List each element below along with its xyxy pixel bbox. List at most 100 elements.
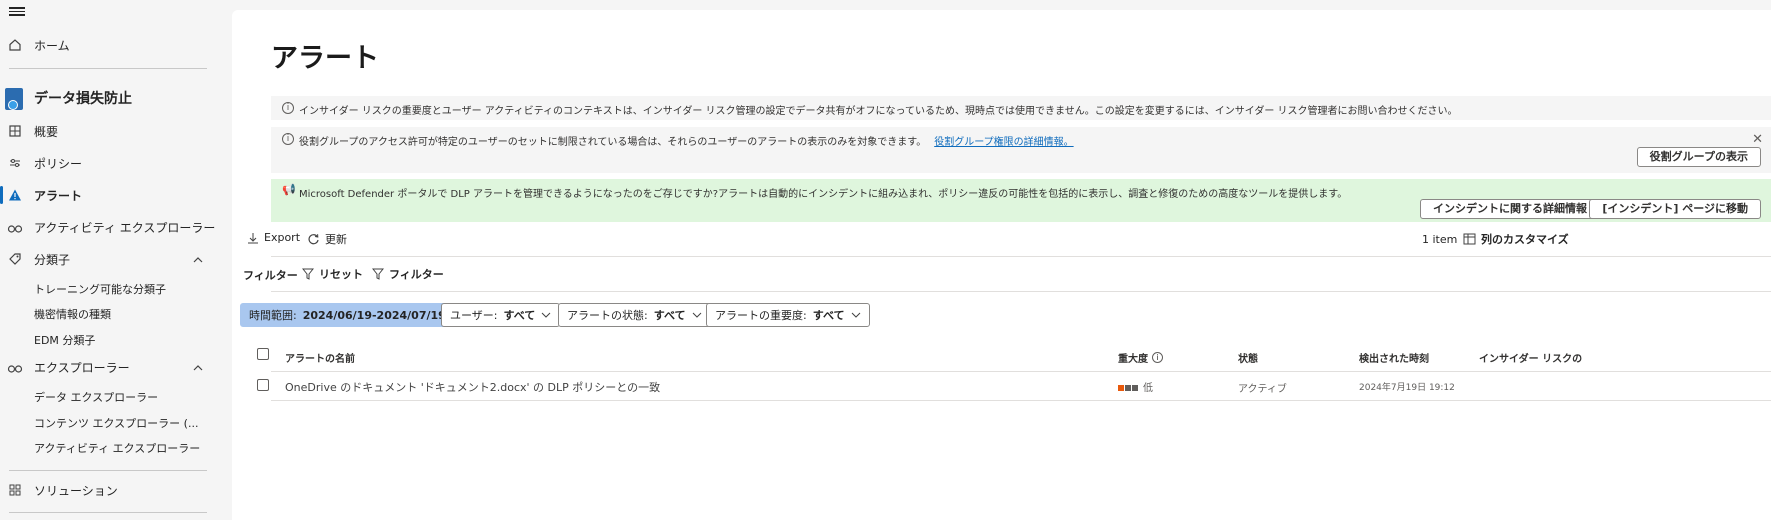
download-icon <box>248 232 258 243</box>
nav-label-explorers: エクスプローラー <box>34 360 130 375</box>
policy-sliders-icon <box>7 155 23 171</box>
info-icon: i <box>282 133 294 145</box>
column-header-insider-risk[interactable]: インサイダー リスクの <box>1479 350 1582 365</box>
binoculars-icon <box>7 219 23 235</box>
severity-label: 低 <box>1143 383 1153 394</box>
chevron-up-icon[interactable] <box>193 253 203 267</box>
nav-sub-sensitive-info-types[interactable]: 機密情報の種類 <box>34 306 111 322</box>
severity-header-label: 重大度 <box>1118 354 1148 365</box>
nav-section-title: データ損失防止 <box>34 91 132 107</box>
chevron-down-icon <box>692 312 701 318</box>
filter-key: ユーザー: <box>450 309 498 322</box>
nav-label-home: ホーム <box>34 38 70 53</box>
nav-item-home[interactable]: ホーム <box>0 32 208 58</box>
item-count: 1 item <box>1422 233 1458 246</box>
column-header-severity[interactable]: 重大度 i <box>1118 350 1163 365</box>
severity-bar <box>1118 385 1124 391</box>
export-button[interactable]: Export <box>247 231 300 244</box>
column-header-status[interactable]: 状態 <box>1238 350 1258 365</box>
nav-sub-content-explorer[interactable]: コンテンツ エクスプローラー (... <box>34 415 198 431</box>
hamburger-menu-icon[interactable] <box>9 5 25 21</box>
reset-filters-button[interactable]: リセット <box>302 266 363 282</box>
nav-item-classifiers[interactable]: 分類子 <box>0 246 208 272</box>
nav-sub-data-explorer[interactable]: データ エクスプローラー <box>34 389 158 405</box>
nav-item-policy[interactable]: ポリシー <box>0 150 208 176</box>
nav-item-explorers[interactable]: エクスプローラー <box>0 354 208 380</box>
megaphone-icon: 📢 <box>282 183 296 196</box>
filter-label: フィルター <box>389 268 444 281</box>
customize-columns-button[interactable]: 列のカスタマイズ <box>1463 231 1569 247</box>
nav-item-alerts[interactable]: アラート <box>0 182 208 208</box>
info-icon: i <box>282 102 294 114</box>
left-nav: ホーム データ損失防止 概要 ポリシー アラート アクティビティ エクスプローラ… <box>0 0 215 520</box>
status-cell: アクティブ <box>1238 384 1287 395</box>
customize-columns-label: 列のカスタマイズ <box>1481 233 1569 246</box>
rolegroup-permissions-link[interactable]: 役割グループ権限の詳細情報。 <box>934 137 1073 148</box>
nav-label-activity-explorer: アクティビティ エクスプローラー <box>34 220 216 235</box>
nav-item-overview[interactable]: 概要 <box>0 118 208 144</box>
add-filter-button[interactable]: フィルター <box>372 266 444 282</box>
user-filter[interactable]: ユーザー: すべて <box>441 303 561 327</box>
nav-sub-edm-classifiers[interactable]: EDM 分類子 <box>34 332 95 348</box>
nav-label-policy: ポリシー <box>34 156 83 171</box>
filter-key: アラートの重要度: <box>715 309 807 322</box>
nav-item-activity-explorer[interactable]: アクティビティ エクスプローラー <box>0 214 215 240</box>
incident-info-button[interactable]: インシデントに関する詳細情報 <box>1420 199 1600 219</box>
alert-severity-filter[interactable]: アラートの重要度: すべて <box>706 303 870 327</box>
refresh-button[interactable]: 更新 <box>307 231 347 247</box>
alert-name-cell[interactable]: OneDrive のドキュメント 'ドキュメント2.docx' の DLP ポリ… <box>285 379 660 395</box>
select-all-checkbox[interactable] <box>257 348 269 360</box>
defender-promo-banner: 📢 Microsoft Defender ポータルで DLP アラートを管理でき… <box>271 179 1771 222</box>
filter-value: すべて <box>812 309 845 322</box>
table-header-divider <box>271 371 1771 372</box>
solutions-grid-icon <box>7 482 23 498</box>
nav-divider <box>9 512 207 513</box>
nav-label-overview: 概要 <box>34 124 59 139</box>
nav-divider <box>9 68 207 69</box>
tag-icon <box>7 251 23 267</box>
column-header-name[interactable]: アラートの名前 <box>285 350 355 365</box>
chevron-down-icon <box>851 312 860 318</box>
export-label: Export <box>264 231 301 244</box>
nav-divider <box>9 470 207 471</box>
refresh-label: 更新 <box>325 233 347 246</box>
banner-text: 役割グループのアクセス許可が特定のユーザーのセットに制限されている場合は、それら… <box>299 137 927 148</box>
page-title: アラート <box>271 43 379 74</box>
chevron-up-icon[interactable] <box>193 361 203 375</box>
filter-value: すべて <box>503 309 536 322</box>
severity-bar <box>1125 385 1131 391</box>
filterbar-divider <box>271 291 1771 292</box>
row-checkbox[interactable] <box>257 379 269 391</box>
columns-icon <box>1463 233 1476 245</box>
chevron-down-icon <box>541 312 551 318</box>
filter-value: すべて <box>653 309 686 322</box>
filters-label: フィルター <box>243 269 298 282</box>
filter-reset-icon <box>302 268 314 280</box>
alert-status-filter[interactable]: アラートの状態: すべて <box>558 303 711 327</box>
toolbar-divider <box>271 256 1771 257</box>
info-icon[interactable]: i <box>1152 352 1163 363</box>
severity-cell: 低 <box>1118 379 1153 394</box>
nav-item-solutions[interactable]: ソリューション <box>0 477 208 503</box>
filter-value: 2024/06/19-2024/07/19 <box>302 308 446 322</box>
view-rolegroups-button[interactable]: 役割グループの表示 <box>1636 147 1761 167</box>
table-row-divider <box>271 400 1771 401</box>
nav-sub-activity-explorer[interactable]: アクティビティ エクスプローラー <box>34 440 200 456</box>
refresh-icon <box>308 233 319 244</box>
go-to-incidents-button[interactable]: [インシデント] ページに移動 <box>1589 199 1761 219</box>
reset-label: リセット <box>319 268 363 281</box>
overview-icon <box>7 123 23 139</box>
time-range-filter[interactable]: 時間範囲: 2024/06/19-2024/07/19 <box>240 303 471 327</box>
binoculars-icon <box>7 359 23 375</box>
warning-icon <box>7 187 23 203</box>
severity-bar <box>1132 385 1138 391</box>
rolegroup-info-banner: i 役割グループのアクセス許可が特定のユーザーのセットに制限されている場合は、そ… <box>271 127 1771 173</box>
filter-icon <box>372 268 384 280</box>
nav-label-solutions: ソリューション <box>34 483 118 498</box>
column-header-detected[interactable]: 検出された時刻 <box>1359 350 1429 365</box>
nav-sub-trainable-classifiers[interactable]: トレーニング可能な分類子 <box>34 281 166 297</box>
insider-risk-info-banner: i インサイダー リスクの重要度とユーザー アクティビティのコンテキストは、イン… <box>271 96 1771 120</box>
banner-text-wrap: 役割グループのアクセス許可が特定のユーザーのセットに制限されている場合は、それら… <box>299 133 1074 148</box>
close-icon[interactable]: ✕ <box>1752 132 1763 147</box>
banner-text: Microsoft Defender ポータルで DLP アラートを管理できるよ… <box>299 189 1348 200</box>
